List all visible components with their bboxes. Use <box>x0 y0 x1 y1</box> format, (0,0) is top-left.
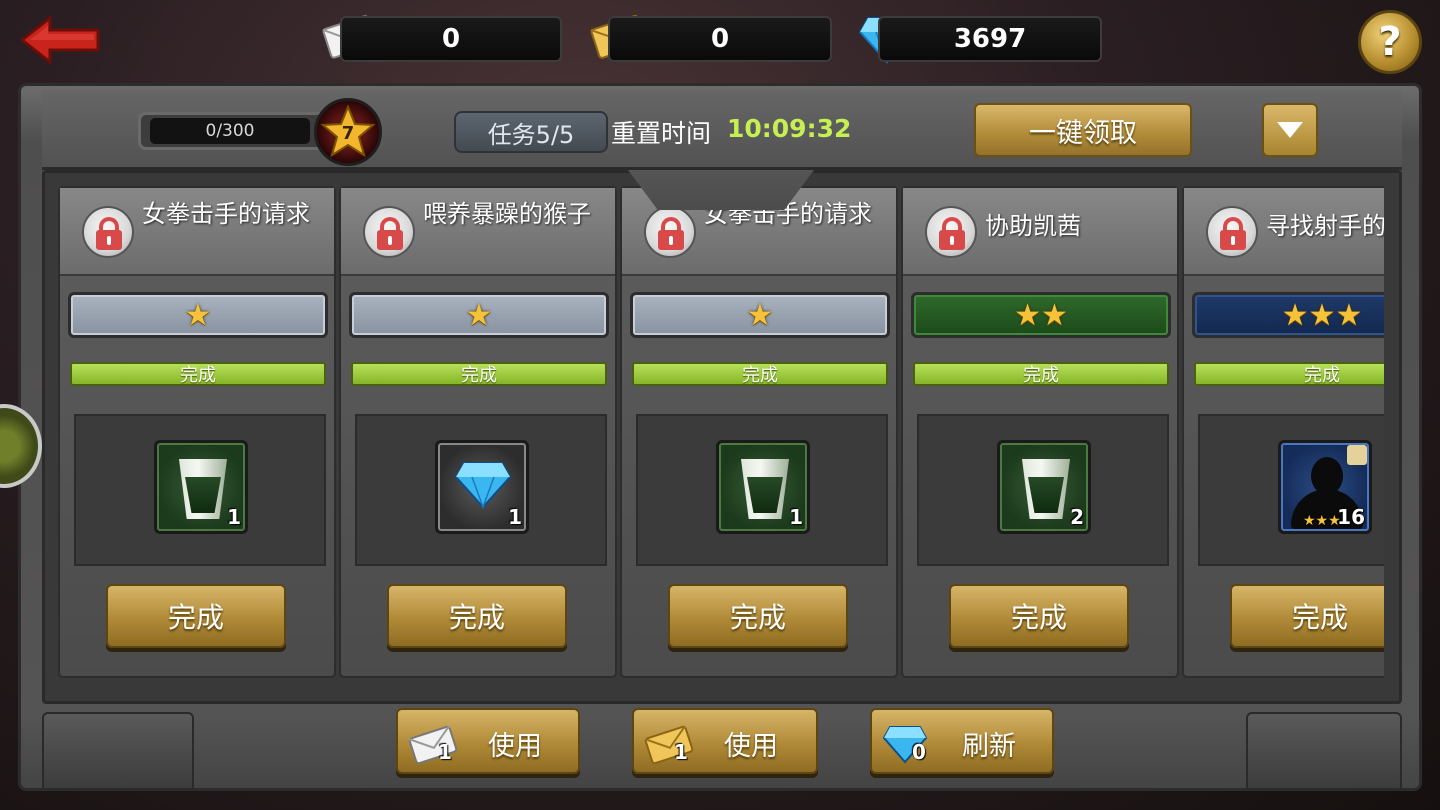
complete-label: 完成 <box>1291 601 1348 634</box>
difficulty-stars: ★ <box>68 292 328 338</box>
white-mail-use-count: 1 <box>438 740 452 764</box>
reward-count: 1 <box>789 505 803 529</box>
quest-title: 寻找射手的 <box>1266 212 1384 240</box>
quest-card: 寻找射手的 ★★★ 完成 ★★★ 16 完成 <box>1182 186 1384 678</box>
reset-timer: 10:09:32 <box>727 114 852 143</box>
reward-box: ★★★ 16 <box>1198 414 1384 566</box>
complete-label: 完成 <box>167 601 224 634</box>
level-star-icon: 7 <box>320 104 376 158</box>
quest-status: 完成 <box>1023 365 1059 386</box>
reward-item[interactable]: 1 <box>435 440 529 534</box>
refresh-cost: 0 <box>912 740 926 764</box>
quest-title: 喂养暴躁的猴子 <box>423 200 591 228</box>
quest-status: 完成 <box>461 365 497 386</box>
refresh-label: 刷新 <box>962 731 1016 762</box>
diamond-count: 3697 <box>953 24 1027 54</box>
bottom-ledge-left <box>42 712 194 790</box>
reset-time-label: 重置时间 <box>611 119 712 148</box>
use-white-mail-label: 使用 <box>488 731 542 762</box>
progress-text: 0/300 <box>205 121 255 141</box>
complete-label: 完成 <box>448 601 505 634</box>
reward-item[interactable]: ★★★ 16 <box>1278 440 1372 534</box>
reward-count: 1 <box>508 505 522 529</box>
reward-count: 2 <box>1070 505 1084 529</box>
quest-status-bar: 完成 <box>1194 362 1384 386</box>
complete-button[interactable]: 完成 <box>668 584 848 648</box>
quest-status-bar: 完成 <box>632 362 888 386</box>
reward-count: 1 <box>227 505 241 529</box>
quest-status-bar: 完成 <box>70 362 326 386</box>
quest-status-bar: 完成 <box>351 362 607 386</box>
gold-mail-counter: 0 <box>608 16 832 62</box>
header-notch <box>628 170 814 210</box>
reward-count: 16 <box>1337 505 1365 529</box>
triangle-down-icon <box>1277 122 1303 138</box>
difficulty-stars: ★★★ <box>1192 292 1384 338</box>
quest-card: 女拳击手的请求 ★ 完成 1 完成 <box>58 186 336 678</box>
reward-box: 2 <box>917 414 1169 566</box>
diamond-icon <box>454 462 512 509</box>
reward-item[interactable]: 1 <box>154 440 248 534</box>
claim-all-label: 一键领取 <box>1029 117 1137 149</box>
quest-status: 完成 <box>742 365 778 386</box>
complete-button[interactable]: 完成 <box>387 584 567 648</box>
hero-rank-stars: ★★★ <box>1303 513 1341 529</box>
expand-dropdown-button[interactable] <box>1262 103 1318 157</box>
puzzle-piece-icon <box>1347 445 1367 465</box>
difficulty-stars: ★★ <box>911 292 1171 338</box>
back-arrow-button[interactable] <box>19 14 102 66</box>
complete-button[interactable]: 完成 <box>949 584 1129 648</box>
white-mail-counter: 0 <box>340 16 562 62</box>
difficulty-stars: ★ <box>349 292 609 338</box>
lock-icon[interactable] <box>82 206 134 258</box>
quest-status: 完成 <box>1304 365 1340 386</box>
complete-button[interactable]: 完成 <box>106 584 286 648</box>
use-white-mail-button[interactable]: 1 使用 <box>396 708 580 774</box>
lock-icon[interactable] <box>925 206 977 258</box>
gold-mail-count: 0 <box>710 24 730 54</box>
quest-card: 女拳击手的请求 ★ 完成 1 完成 <box>620 186 898 678</box>
lock-icon[interactable] <box>644 206 696 258</box>
gold-mail-use-count: 1 <box>674 740 688 764</box>
reward-item[interactable]: 1 <box>716 440 810 534</box>
use-gold-mail-button[interactable]: 1 使用 <box>632 708 818 774</box>
white-mail-count: 0 <box>441 24 461 54</box>
refresh-button[interactable]: 0 刷新 <box>870 708 1054 774</box>
reward-box: 1 <box>636 414 888 566</box>
level-number: 7 <box>342 123 355 144</box>
complete-button[interactable]: 完成 <box>1230 584 1384 648</box>
help-button[interactable]: ? <box>1358 10 1422 74</box>
lock-icon[interactable] <box>1206 206 1258 258</box>
task-count-pill: 任务5/5 <box>454 111 608 153</box>
complete-label: 完成 <box>729 601 786 634</box>
reward-box: 1 <box>74 414 326 566</box>
quest-card: 协助凯茜 ★★ 完成 2 完成 <box>901 186 1179 678</box>
quest-status-bar: 完成 <box>913 362 1169 386</box>
diamond-counter: 3697 <box>878 16 1102 62</box>
help-label: ? <box>1378 19 1402 65</box>
task-count-label: 任务5/5 <box>487 120 575 149</box>
quest-title: 协助凯茜 <box>985 212 1081 240</box>
lock-icon[interactable] <box>363 206 415 258</box>
progress-bar: 0/300 <box>150 118 310 144</box>
use-gold-mail-label: 使用 <box>724 731 778 762</box>
difficulty-stars: ★ <box>630 292 890 338</box>
complete-label: 完成 <box>1010 601 1067 634</box>
quest-status: 完成 <box>180 365 216 386</box>
back-arrow-icon <box>19 14 100 66</box>
bottom-ledge-right <box>1246 712 1402 790</box>
claim-all-button[interactable]: 一键领取 <box>974 103 1192 157</box>
reward-item[interactable]: 2 <box>997 440 1091 534</box>
quest-list[interactable]: 女拳击手的请求 ★ 完成 1 完成 喂养暴躁的猴子 ★ 完成 1 完成 女拳击手的请求 ★ 完成 1 完成协… <box>56 186 1384 678</box>
level-medal: 7 <box>314 98 382 166</box>
reward-box: 1 <box>355 414 607 566</box>
quest-card: 喂养暴躁的猴子 ★ 完成 1 完成 <box>339 186 617 678</box>
quest-title: 女拳击手的请求 <box>142 200 310 228</box>
